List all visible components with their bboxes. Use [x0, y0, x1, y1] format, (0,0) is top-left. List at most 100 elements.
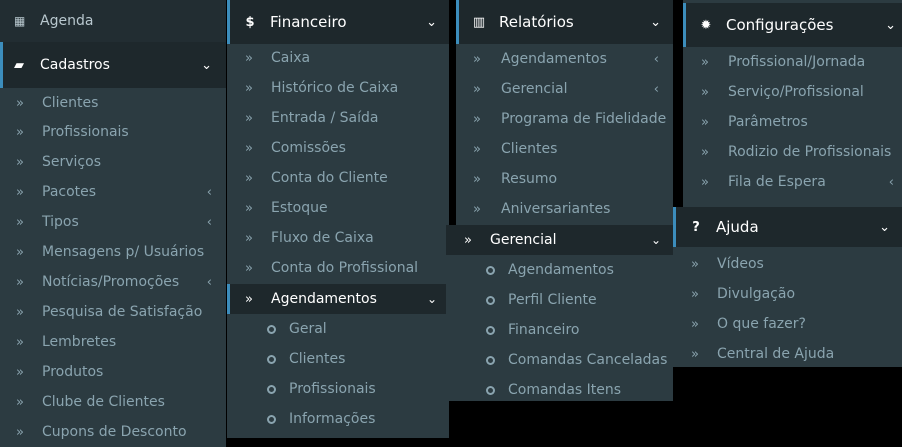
- menu-item-cupons[interactable]: » Cupons de Desconto: [0, 417, 226, 447]
- angle-double-right-icon: »: [16, 334, 24, 350]
- configuracoes-panel: ✹ Configurações ⌄ » Profissional/Jornada …: [683, 0, 902, 210]
- menu-item-label: Serviço/Profissional: [728, 84, 864, 100]
- menu-item-agend-informacoes[interactable]: Informações: [227, 404, 449, 434]
- cadastros-submenu: » Clientes » Profissionais » Serviços » Paco…: [0, 88, 226, 447]
- angle-double-right-icon: »: [16, 214, 24, 230]
- chevron-down-icon: ⌄: [885, 17, 896, 33]
- chevron-down-icon: ⌄: [426, 14, 437, 30]
- menu-item-ger-financeiro[interactable]: Financeiro: [446, 315, 673, 345]
- menu-item-pesquisa[interactable]: » Pesquisa de Satisfação: [0, 297, 226, 327]
- angle-double-right-icon: »: [245, 291, 253, 307]
- menu-item-rel-agendamentos[interactable]: » Agendamentos ‹: [456, 44, 673, 74]
- menu-item-comissoes[interactable]: » Comissões: [227, 133, 449, 163]
- menu-item-label: Profissional/Jornada: [728, 54, 866, 70]
- angle-double-right-icon: »: [473, 171, 481, 187]
- chevron-left-icon: ‹: [653, 51, 659, 67]
- menu-item-label: Mensagens p/ Usuários: [42, 244, 205, 260]
- angle-double-right-icon: »: [701, 54, 709, 70]
- menu-item-label: Divulgação: [717, 286, 796, 302]
- menu-item-servicos[interactable]: » Serviços: [0, 147, 226, 177]
- menu-item-cfg-fila[interactable]: » Fila de Espera ‹: [683, 167, 902, 197]
- angle-double-right-icon: »: [464, 232, 472, 248]
- menu-header-financeiro[interactable]: $ Financeiro ⌄: [227, 0, 449, 44]
- chevron-down-icon: ⌄: [879, 219, 890, 235]
- menu-item-agend-geral[interactable]: Geral: [227, 314, 449, 344]
- menu-item-pacotes[interactable]: » Pacotes ‹: [0, 177, 226, 207]
- menu-item-rel-clientes[interactable]: » Clientes: [456, 134, 673, 164]
- menu-item-lembretes[interactable]: » Lembretes: [0, 327, 226, 357]
- menu-item-cfg-servico[interactable]: » Serviço/Profissional: [683, 77, 902, 107]
- menu-item-rel-aniversariantes[interactable]: » Aniversariantes: [456, 194, 673, 224]
- angle-double-right-icon: »: [473, 201, 481, 217]
- chevron-left-icon: ‹: [206, 274, 212, 290]
- menu-item-agend-clientes[interactable]: Clientes: [227, 344, 449, 374]
- menu-item-divulgacao[interactable]: » Divulgação: [673, 279, 902, 309]
- angle-double-right-icon: »: [16, 364, 24, 380]
- menu-header-label: Ajuda: [716, 218, 759, 236]
- menu-item-historico-caixa[interactable]: » Histórico de Caixa: [227, 73, 449, 103]
- menu-item-cfg-parametros[interactable]: » Parâmetros: [683, 107, 902, 137]
- chevron-left-icon: ‹: [653, 81, 659, 97]
- menu-item-label: Vídeos: [717, 256, 764, 272]
- menu-item-ger-agendamentos[interactable]: Agendamentos: [446, 255, 673, 285]
- menu-item-clube[interactable]: » Clube de Clientes: [0, 387, 226, 417]
- chevron-down-icon: ⌄: [650, 233, 661, 247]
- angle-double-right-icon: »: [16, 154, 24, 170]
- menu-item-ger-perfil-cliente[interactable]: Perfil Cliente: [446, 285, 673, 315]
- menu-header-ajuda[interactable]: ? Ajuda ⌄: [673, 207, 902, 247]
- menu-item-estoque[interactable]: » Estoque: [227, 193, 449, 223]
- menu-item-label: Fila de Espera: [728, 174, 826, 190]
- menu-item-rel-resumo[interactable]: » Resumo: [456, 164, 673, 194]
- angle-double-right-icon: »: [691, 286, 699, 302]
- angle-double-right-icon: »: [16, 244, 24, 260]
- menu-item-conta-profissional[interactable]: » Conta do Profissional: [227, 253, 449, 283]
- angle-double-right-icon: »: [701, 114, 709, 130]
- menu-item-tipos[interactable]: » Tipos ‹: [0, 207, 226, 237]
- menu-item-central-ajuda[interactable]: » Central de Ajuda: [673, 339, 902, 367]
- menu-item-rel-fidelidade[interactable]: » Programa de Fidelidade: [456, 104, 673, 134]
- menu-item-o-que-fazer[interactable]: » O que fazer?: [673, 309, 902, 339]
- angle-double-right-icon: »: [16, 124, 24, 140]
- menu-item-label: Histórico de Caixa: [271, 80, 399, 96]
- circle-icon: [267, 384, 276, 394]
- dollar-icon: $: [245, 14, 255, 30]
- menu-item-produtos[interactable]: » Produtos: [0, 357, 226, 387]
- menu-item-conta-cliente[interactable]: » Conta do Cliente: [227, 163, 449, 193]
- menu-item-noticias[interactable]: » Notícias/Promoções ‹: [0, 267, 226, 297]
- sidebar-item-cadastros[interactable]: ▰ Cadastros ⌄: [0, 42, 226, 88]
- angle-double-right-icon: »: [245, 230, 253, 246]
- menu-header-configuracoes[interactable]: ✹ Configurações ⌄: [683, 3, 902, 47]
- ajuda-panel: ? Ajuda ⌄ » Vídeos » Divulgação » O que faz…: [673, 207, 902, 367]
- gear-icon: ✹: [700, 17, 712, 33]
- menu-item-profissionais[interactable]: » Profissionais: [0, 117, 226, 147]
- menu-item-label: Cupons de Desconto: [42, 424, 187, 440]
- menu-item-ger-comandas-canceladas[interactable]: Comandas Canceladas: [446, 345, 673, 375]
- menu-item-cfg-rodizio[interactable]: » Rodizio de Profissionais: [683, 137, 902, 167]
- menu-item-label: Aniversariantes: [501, 201, 611, 217]
- menu-item-fluxo-caixa[interactable]: » Fluxo de Caixa: [227, 223, 449, 253]
- menu-header-relatorios[interactable]: ▥ Relatórios ⌄: [456, 0, 673, 44]
- menu-item-label: Central de Ajuda: [717, 346, 835, 362]
- menu-item-clientes[interactable]: » Clientes: [0, 88, 226, 118]
- submenu-header-label: Gerencial: [490, 232, 557, 248]
- menu-item-mensagens[interactable]: » Mensagens p/ Usuários: [0, 237, 226, 267]
- sidebar-item-agenda[interactable]: ▦ Agenda: [0, 0, 226, 42]
- submenu-header-agendamentos[interactable]: » Agendamentos ⌄: [227, 284, 449, 314]
- menu-item-label: Pacotes: [42, 184, 97, 200]
- menu-item-label: Profissionais: [42, 124, 129, 140]
- angle-double-right-icon: »: [245, 80, 253, 96]
- submenu-header-gerencial[interactable]: » Gerencial ⌄: [446, 225, 673, 255]
- menu-item-agend-profissionais[interactable]: Profissionais: [227, 374, 449, 404]
- menu-item-label: Comandas Itens: [508, 382, 622, 398]
- menu-item-label: Comissões: [271, 140, 346, 156]
- book-icon: ▰: [14, 57, 24, 73]
- menu-item-videos[interactable]: » Vídeos: [673, 249, 902, 279]
- menu-item-caixa[interactable]: » Caixa: [227, 43, 449, 73]
- menu-item-cfg-jornada[interactable]: » Profissional/Jornada: [683, 47, 902, 77]
- menu-item-entrada-saida[interactable]: » Entrada / Saída: [227, 103, 449, 133]
- menu-item-label: Programa de Fidelidade: [501, 111, 667, 127]
- angle-double-right-icon: »: [16, 95, 24, 111]
- menu-item-ger-comandas-itens[interactable]: Comandas Itens: [446, 375, 673, 401]
- menu-item-rel-gerencial[interactable]: » Gerencial ‹: [456, 74, 673, 104]
- relatorios-panel: ▥ Relatórios ⌄ » Agendamentos ‹ » Gerencial…: [456, 0, 673, 225]
